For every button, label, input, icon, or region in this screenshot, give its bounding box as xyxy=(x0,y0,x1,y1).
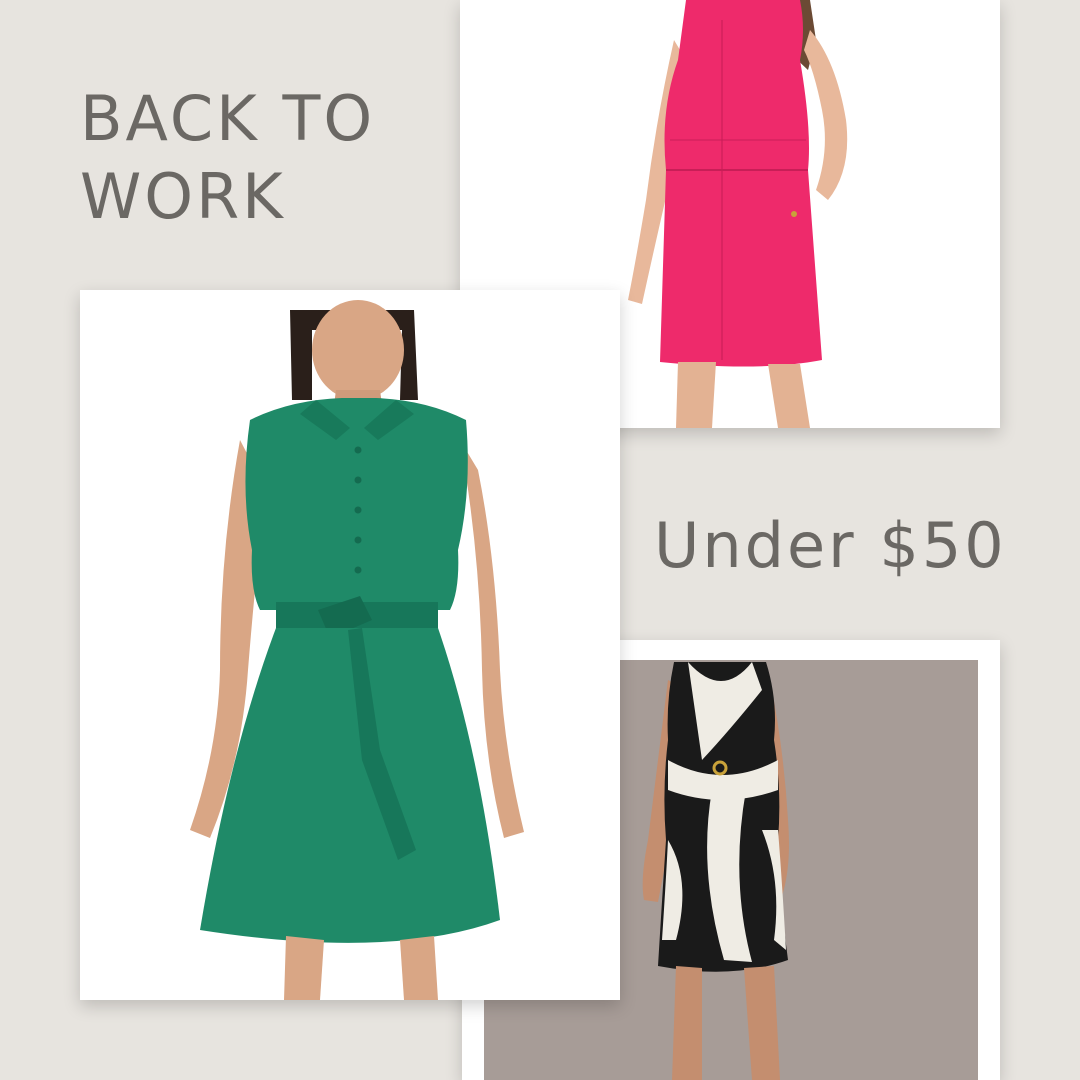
headline-line-2: WORK xyxy=(80,160,286,233)
green-dress-image xyxy=(80,290,620,1000)
price-subheading: Under $50 xyxy=(654,509,1007,582)
headline-line-1: BACK TO xyxy=(80,82,376,155)
headline: BACK TO WORK xyxy=(80,80,375,236)
green-dress-card[interactable] xyxy=(80,290,620,1000)
